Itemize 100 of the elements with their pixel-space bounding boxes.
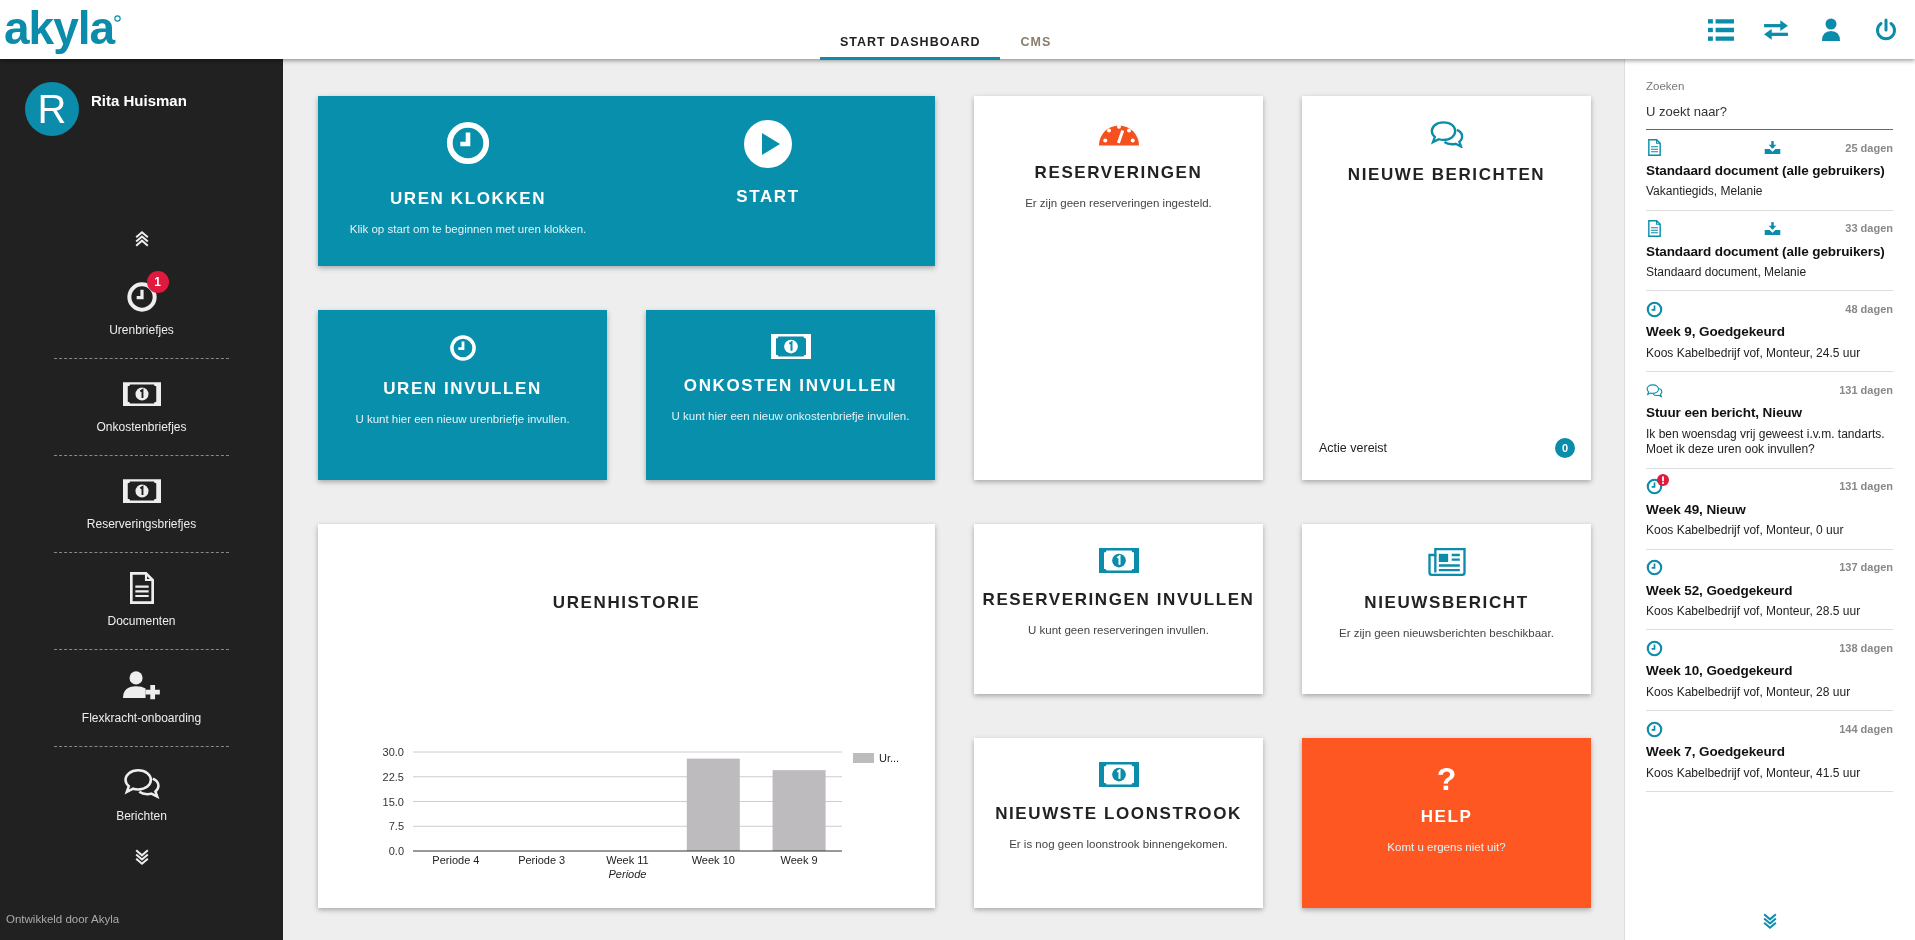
axis-tick-label: 22.5 (382, 770, 404, 783)
feed-item[interactable]: 48 dagen Week 9, Goedgekeurd Koos Kabelbedrijf vof, Monteur, 24.5 uur (1646, 291, 1893, 373)
item-description: Koos Kabelbedrijf vof, Monteur, 41.5 uur (1646, 765, 1862, 782)
newspaper-icon (1427, 548, 1466, 576)
tile-description: U kunt geen reserveringen invullen. (1028, 622, 1209, 638)
dashboard-tile[interactable]: ONKOSTEN INVULLEN U kunt hier een nieuw onkostenbriefje invullen. (646, 310, 935, 480)
menu-item[interactable]: Reserveringsbriefjes (86, 515, 197, 533)
item-title: Standaard document (alle gebruikers) (1646, 242, 1886, 261)
tile-description: U kunt hier een nieuw onkostenbriefje invullen. (671, 408, 910, 424)
tile-description: Er is nog geen loonstrook binnengekomen. (1009, 836, 1228, 852)
feed-item[interactable]: 137 dagen Week 52, Goedgekeurd Koos Kabelbedrijf vof, Monteur, 28.5 uur (1646, 549, 1893, 631)
tab[interactable]: CMS (1000, 27, 1072, 60)
action-label: Actie vereist (1319, 439, 1388, 457)
axis-tick-label: Periode 4 (432, 854, 480, 866)
count-badge: 0 (1555, 438, 1575, 458)
tile-title: RESERVERINGEN (1034, 162, 1203, 184)
menu-item[interactable]: Documenten (107, 612, 176, 630)
tile-title: RESERVERINGEN INVULLEN (982, 589, 1255, 611)
axis-tick-label: 7.5 (388, 820, 404, 833)
axis-tick-label: 15.0 (382, 795, 404, 808)
question-mark-icon: ? (1436, 762, 1457, 796)
feed-item[interactable]: 33 dagen Standaard document (alle gebruikers) Standaard document, Melanie (1646, 210, 1893, 292)
swap-arrows-icon[interactable] (1763, 17, 1789, 42)
menu-item[interactable]: Flexkracht-onboarding (81, 709, 202, 727)
clock-icon (1646, 478, 1663, 496)
banknote-icon (1098, 548, 1139, 573)
item-description: Koos Kabelbedrijf vof, Monteur, 0 uur (1646, 522, 1845, 539)
axis-tick-label: Periode 3 (518, 854, 566, 866)
chart-title: URENHISTORIE (552, 592, 701, 614)
feed-item[interactable]: 131 dagen Stuur een bericht, Nieuw Ik ben woensdag vrij geweest i.v.m. tandarts. Moet ik deze uren ook invullen? (1646, 372, 1893, 469)
item-description: Vakantiegids, Melanie (1646, 184, 1764, 200)
play-icon[interactable] (744, 120, 792, 168)
tab[interactable]: START DASHBOARD (820, 27, 1001, 60)
notification-badge: 1 (146, 271, 169, 293)
menu-item[interactable]: Berichten (116, 806, 167, 825)
legend-swatch (853, 753, 874, 763)
chat-bubbles-icon[interactable] (122, 766, 161, 799)
clock-icon (445, 120, 491, 166)
start-button[interactable]: START (736, 184, 800, 210)
menu-item[interactable]: Urenbriefjes (109, 321, 174, 339)
item-title: Week 9, Goedgekeurd (1646, 323, 1786, 342)
download-icon[interactable] (1764, 140, 1781, 156)
age-label: 33 dagen (1845, 221, 1893, 237)
axis-tick-label: Week 9 (780, 854, 818, 866)
item-title: Week 10, Goedgekeurd (1646, 662, 1794, 681)
age-label: 48 dagen (1845, 302, 1893, 318)
dashboard-tile[interactable]: RESERVERINGEN Er zijn geen reserveringen ingesteld. (974, 96, 1263, 480)
tile-title: ONKOSTEN INVULLEN (683, 375, 898, 397)
dashboard-tile[interactable]: UREN INVULLEN U kunt hier een nieuw urenbriefje invullen. (318, 310, 607, 480)
tile-description: Er zijn geen nieuwsberichten beschikbaar. (1339, 625, 1554, 641)
dashboard-tile[interactable]: RESERVERINGEN INVULLEN U kunt geen reserveringen invullen. (974, 524, 1263, 694)
item-description: Koos Kabelbedrijf vof, Monteur, 28.5 uur (1646, 603, 1862, 620)
feed-item[interactable]: 144 dagen Week 7, Goedgekeurd Koos Kabelbedrijf vof, Monteur, 41.5 uur (1646, 711, 1893, 793)
chart-card[interactable]: URENHISTORIE 0.0 7.5 15.0 22.5 30.0 Ur... Periode 4 Periode 3 Week 11 Week 10 Week 9 Periode (318, 524, 935, 908)
download-icon[interactable] (1764, 221, 1781, 237)
clock-icon (1646, 639, 1663, 657)
dashboard-tile[interactable]: NIEUWSTE LOONSTROOK Er is nog geen loonstrook binnengekomen. (974, 738, 1263, 908)
clock-icon (448, 334, 477, 362)
feed-item[interactable]: 25 dagen Standaard document (alle gebruikers) Vakantiegids, Melanie (1646, 129, 1893, 211)
feed-item[interactable]: 131 dagen Week 49, Nieuw Koos Kabelbedrijf vof, Monteur, 0 uur (1646, 468, 1893, 550)
avatar: R (25, 82, 79, 136)
axis-tick-label: Week 10 (691, 854, 735, 866)
user-name: Rita Huisman (91, 91, 187, 111)
menu-item[interactable]: Onkostenbriefjes (96, 418, 187, 436)
tile-title: NIEUWE BERICHTEN (1347, 164, 1546, 186)
chat-bubbles-icon (1428, 120, 1465, 148)
item-title: Standaard document (alle gebruikers) (1646, 161, 1886, 180)
dashboard-tile[interactable]: NIEUWE BERICHTEN Actie vereist 0 (1302, 96, 1591, 480)
tile-title: NIEUWSBERICHT (1364, 592, 1529, 614)
item-title: Stuur een bericht, Nieuw (1646, 404, 1803, 423)
age-label: 144 dagen (1839, 722, 1893, 737)
power-icon[interactable] (1873, 17, 1899, 42)
dashboard-tile[interactable]: NIEUWSBERICHT Er zijn geen nieuwsberichten beschikbaar. (1302, 524, 1591, 694)
tile-title: HELP (1420, 806, 1473, 828)
search-label: Zoeken (1646, 79, 1686, 94)
item-description: Ik ben woensdag vrij geweest i.v.m. tandarts. Moet ik deze uren ook invullen? (1646, 426, 1886, 458)
banknote-icon (1098, 762, 1139, 787)
list-icon[interactable] (1708, 17, 1734, 42)
age-label: 131 dagen (1839, 479, 1893, 495)
age-label: 25 dagen (1845, 140, 1893, 156)
tile-description: Komt u ergens niet uit? (1387, 839, 1506, 855)
axis-tick-label: 0.0 (388, 845, 404, 857)
clock-icon (1646, 720, 1663, 738)
legend-label: Ur... (879, 752, 900, 764)
add-user-icon[interactable] (122, 669, 161, 701)
chat-bubbles-icon (1646, 381, 1663, 399)
clock-icon (1646, 559, 1663, 577)
item-description: Standaard document, Melanie (1646, 264, 1808, 281)
age-label: 131 dagen (1839, 383, 1893, 399)
clock-icon (1646, 300, 1663, 318)
axis-tick-label: Week 11 (606, 854, 649, 866)
feed-item[interactable]: 138 dagen Week 10, Goedgekeurd Koos Kabelbedrijf vof, Monteur, 28 uur (1646, 630, 1893, 712)
trademark-icon (114, 14, 122, 22)
tile-description: U kunt hier een nieuw urenbriefje invullen. (355, 411, 570, 427)
axis-title: Periode (608, 868, 647, 880)
tile-description: Er zijn geen reserveringen ingesteld. (1025, 195, 1212, 211)
document-icon (1646, 220, 1663, 238)
banknote-icon (770, 334, 811, 359)
tile-description: Klik op start om te beginnen met uren klokken. (349, 221, 587, 237)
document-icon (1646, 139, 1663, 157)
